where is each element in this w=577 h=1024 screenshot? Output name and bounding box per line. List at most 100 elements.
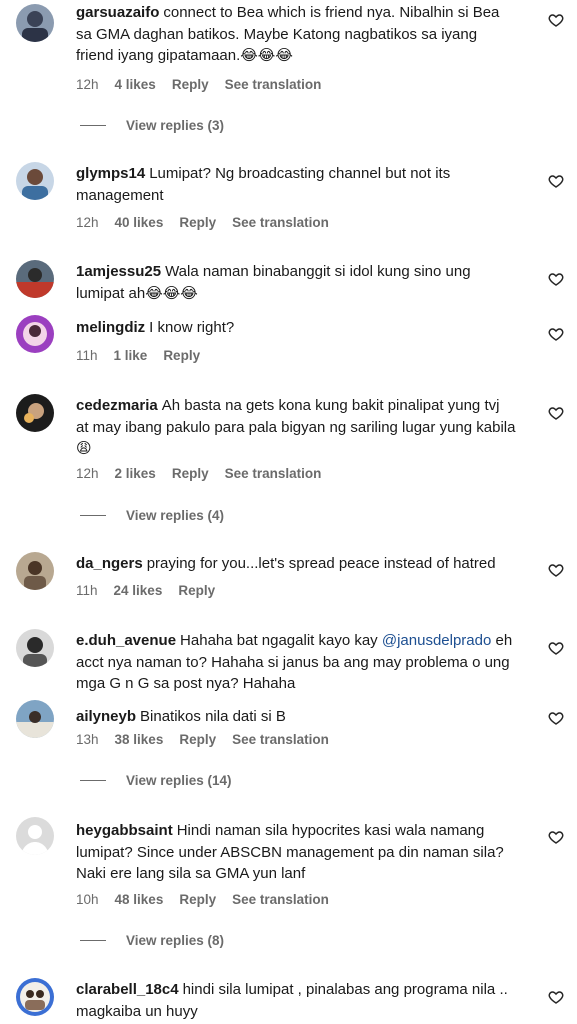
comment-time: 13h — [76, 732, 99, 747]
like-heart-icon[interactable] — [548, 710, 564, 726]
avatar-photo-icon — [16, 394, 54, 432]
comment-meta: 10h 48 likes Reply See translation — [76, 892, 329, 907]
comment-text: da_ngers praying for you...let's spread p… — [76, 553, 516, 575]
avatar-photo-icon — [16, 629, 54, 667]
avatar[interactable] — [16, 978, 54, 1016]
comment-time: 11h — [76, 348, 98, 363]
comment-meta: 12h 4 likes Reply See translation — [76, 77, 321, 92]
reply-button[interactable]: Reply — [179, 732, 216, 747]
comment-username[interactable]: garsuazaifo — [76, 4, 159, 21]
comment-time: 11h — [76, 583, 98, 598]
comment-text: melingdiz I know right? — [76, 317, 516, 339]
comment-likes[interactable]: 38 likes — [115, 732, 164, 747]
see-translation-button[interactable]: See translation — [232, 892, 329, 907]
view-replies-button[interactable]: View replies (3) — [80, 118, 224, 133]
comment-meta: 11h 24 likes Reply — [76, 583, 215, 598]
mention-link[interactable]: @janusdelprado — [382, 632, 491, 649]
avatar[interactable] — [16, 4, 54, 42]
comment-text: cedezmaria Ah basta na gets kona kung bak… — [76, 395, 516, 460]
avatar[interactable] — [16, 315, 54, 353]
comment-likes[interactable]: 40 likes — [115, 215, 164, 230]
avatar-photo-icon — [16, 978, 54, 1016]
see-translation-button[interactable]: See translation — [232, 732, 329, 747]
divider — [80, 125, 106, 126]
comment-body: praying for you...let's spread peace ins… — [146, 555, 496, 572]
comment-text: 1amjessu25 Wala naman binabanggit si idol… — [76, 261, 516, 304]
avatar[interactable] — [16, 629, 54, 667]
comment-text: ailyneyb Binatikos nila dati si B — [76, 706, 516, 728]
comment-likes[interactable]: 48 likes — [115, 892, 164, 907]
like-heart-icon[interactable] — [548, 326, 564, 342]
comment-username[interactable]: glymps14 — [76, 165, 145, 182]
reply-button[interactable]: Reply — [178, 583, 215, 598]
comment-username[interactable]: cedezmaria — [76, 397, 158, 414]
comment-likes[interactable]: 4 likes — [115, 77, 156, 92]
comment-time: 12h — [76, 466, 99, 481]
comment-meta: 11h 1 like Reply — [76, 348, 200, 363]
avatar[interactable] — [16, 162, 54, 200]
avatar-photo-icon — [16, 162, 54, 200]
avatar[interactable] — [16, 260, 54, 298]
see-translation-button[interactable]: See translation — [225, 466, 322, 481]
see-translation-button[interactable]: See translation — [225, 77, 322, 92]
comment-text: heygabbsaint Hindi naman sila hypocrites … — [76, 820, 516, 885]
reply-button[interactable]: Reply — [172, 77, 209, 92]
view-replies-label: View replies (3) — [126, 118, 225, 133]
comment-time: 10h — [76, 892, 99, 907]
avatar[interactable] — [16, 700, 54, 738]
comment-time: 12h — [76, 215, 99, 230]
comment-username[interactable]: clarabell_18c4 — [76, 981, 179, 998]
comment-body-start: Hahaha bat ngagalit kayo kay — [180, 632, 382, 649]
comment-meta: 12h 2 likes Reply See translation — [76, 466, 321, 481]
comment-body: Binatikos nila dati si B — [140, 708, 286, 725]
view-replies-label: View replies (8) — [126, 933, 225, 948]
reply-button[interactable]: Reply — [163, 348, 200, 363]
avatar-photo-icon — [16, 700, 54, 738]
divider — [80, 940, 106, 941]
comment-username[interactable]: heygabbsaint — [76, 822, 173, 839]
like-heart-icon[interactable] — [548, 829, 564, 845]
comment-text: glymps14 Lumipat? Ng broadcasting channel… — [76, 163, 516, 206]
avatar-photo-icon — [16, 260, 54, 298]
comment-body: I know right? — [149, 319, 235, 336]
comment-text: garsuazaifo connect to Bea which is frien… — [76, 2, 516, 67]
like-heart-icon[interactable] — [548, 562, 564, 578]
view-replies-label: View replies (4) — [126, 508, 225, 523]
view-replies-button[interactable]: View replies (4) — [80, 508, 224, 523]
view-replies-button[interactable]: View replies (8) — [80, 933, 224, 948]
see-translation-button[interactable]: See translation — [232, 215, 329, 230]
comment-username[interactable]: 1amjessu25 — [76, 263, 161, 280]
comment-username[interactable]: ailyneyb — [76, 708, 136, 725]
comment-likes[interactable]: 2 likes — [115, 466, 156, 481]
view-replies-button[interactable]: View replies (14) — [80, 773, 232, 788]
comment-username[interactable]: e.duh_avenue — [76, 632, 176, 649]
comment-meta: 13h 38 likes Reply See translation — [76, 732, 329, 747]
default-avatar-icon — [16, 817, 54, 855]
reply-button[interactable]: Reply — [179, 215, 216, 230]
comment-meta: 12h 40 likes Reply See translation — [76, 215, 329, 230]
comment-text: clarabell_18c4 hindi sila lumipat , pinal… — [76, 979, 516, 1022]
comment-username[interactable]: melingdiz — [76, 319, 145, 336]
like-heart-icon[interactable] — [548, 12, 564, 28]
reply-button[interactable]: Reply — [179, 892, 216, 907]
avatar[interactable] — [16, 552, 54, 590]
like-heart-icon[interactable] — [548, 405, 564, 421]
avatar-photo-icon — [16, 315, 54, 353]
comment-text: e.duh_avenue Hahaha bat ngagalit kayo kay… — [76, 630, 516, 695]
like-heart-icon[interactable] — [548, 640, 564, 656]
like-heart-icon[interactable] — [548, 173, 564, 189]
avatar-photo-icon — [16, 4, 54, 42]
avatar[interactable] — [16, 817, 54, 855]
avatar[interactable] — [16, 394, 54, 432]
view-replies-label: View replies (14) — [126, 773, 232, 788]
like-heart-icon[interactable] — [548, 271, 564, 287]
comment-time: 12h — [76, 77, 99, 92]
like-heart-icon[interactable] — [548, 989, 564, 1005]
reply-button[interactable]: Reply — [172, 466, 209, 481]
comment-likes[interactable]: 1 like — [114, 348, 148, 363]
divider — [80, 515, 106, 516]
divider — [80, 780, 106, 781]
comment-username[interactable]: da_ngers — [76, 555, 143, 572]
avatar-photo-icon — [16, 552, 54, 590]
comment-likes[interactable]: 24 likes — [114, 583, 163, 598]
